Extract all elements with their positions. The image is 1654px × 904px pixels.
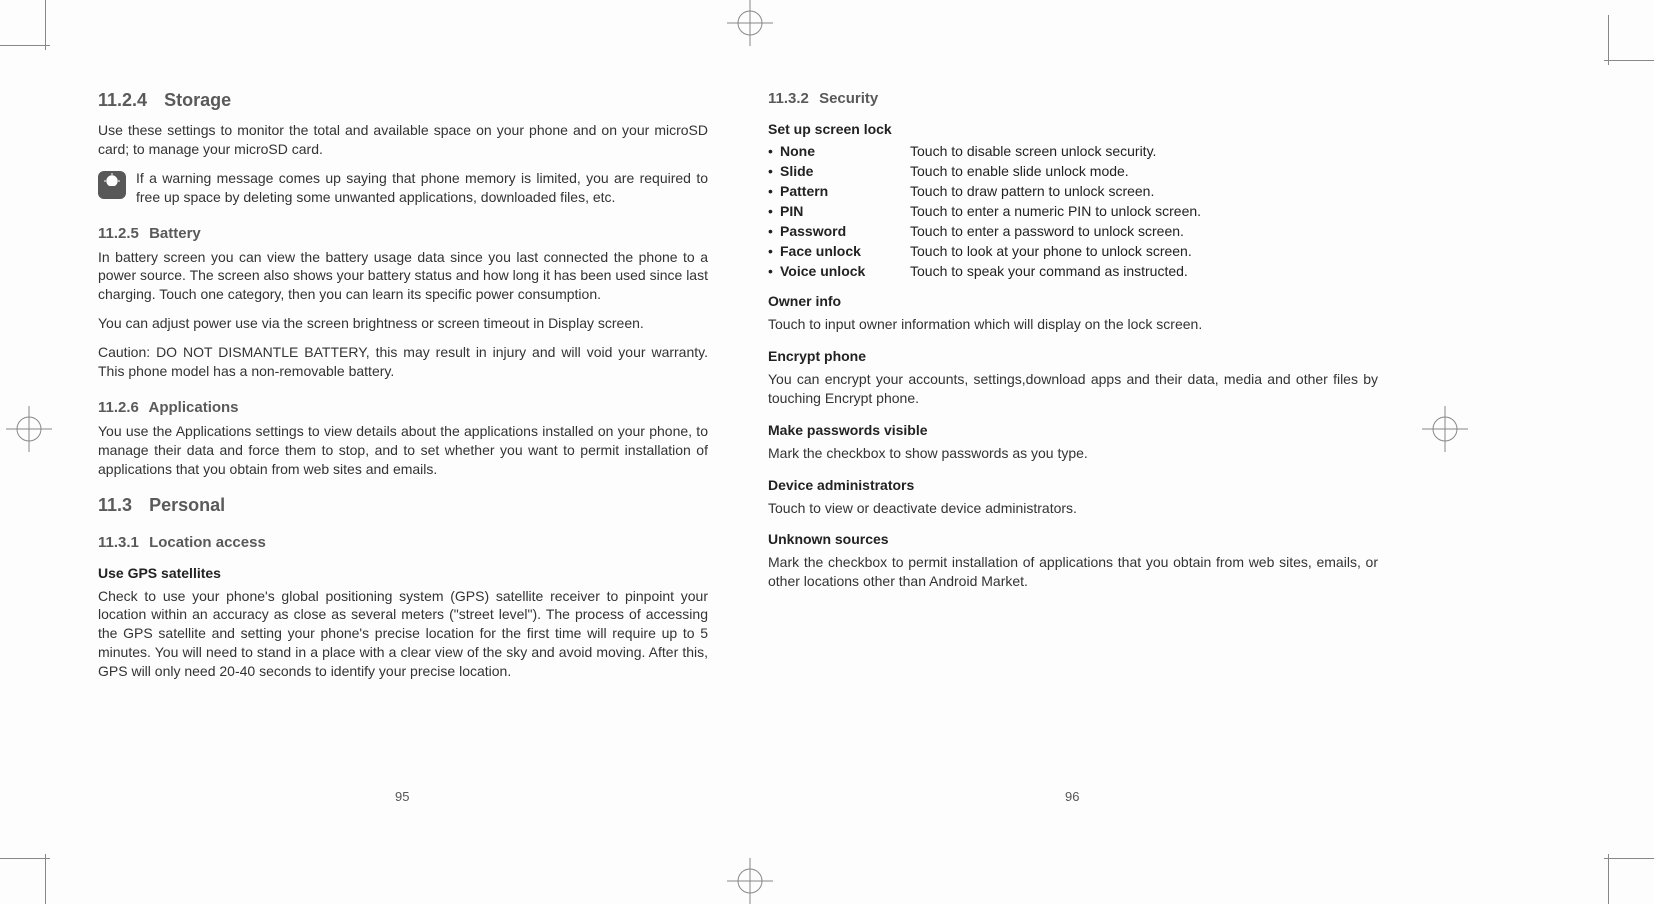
lock-term: PIN [780,203,910,219]
registration-mark-bottom [727,858,773,904]
heading-battery: 11.2.5 Battery [98,225,708,242]
owner-info-body: Touch to input owner information which w… [768,315,1378,334]
page-number-right: 96 [1065,789,1079,804]
lock-desc: Touch to look at your phone to unlock sc… [910,243,1378,259]
bullet-icon: • [768,203,780,219]
crop-mark-tr [1584,15,1654,85]
encrypt-body: You can encrypt your accounts, settings,… [768,370,1378,408]
registration-mark-right [1422,406,1468,452]
battery-body3: Caution: DO NOT DISMANTLE BATTERY, this … [98,343,708,381]
bullet-icon: • [768,183,780,199]
visible-body: Mark the checkbox to show passwords as y… [768,444,1378,463]
screen-lock-row: •PatternTouch to draw pattern to unlock … [768,183,1378,199]
battery-body1: In battery screen you can view the batte… [98,248,708,305]
lock-term: None [780,143,910,159]
heading-num: 11.2.4 [98,90,147,110]
owner-info-heading: Owner info [768,293,1378,309]
bullet-icon: • [768,223,780,239]
screen-lock-row: •PasswordTouch to enter a password to un… [768,223,1378,239]
heading-personal: 11.3 Personal [98,495,708,516]
screen-lock-heading: Set up screen lock [768,121,1378,137]
lock-desc: Touch to disable screen unlock security. [910,143,1378,159]
lock-desc: Touch to enter a numeric PIN to unlock s… [910,203,1378,219]
unknown-heading: Unknown sources [768,531,1378,547]
gps-heading: Use GPS satellites [98,565,708,581]
lock-desc: Touch to enable slide unlock mode. [910,163,1378,179]
unknown-body: Mark the checkbox to permit installation… [768,553,1378,591]
screen-lock-row: •SlideTouch to enable slide unlock mode. [768,163,1378,179]
bullet-icon: • [768,243,780,259]
lock-term: Pattern [780,183,910,199]
lock-term: Slide [780,163,910,179]
visible-heading: Make passwords visible [768,422,1378,438]
bullet-icon: • [768,143,780,159]
storage-body: Use these settings to monitor the total … [98,121,708,159]
registration-mark-top [727,0,773,46]
lock-term: Face unlock [780,243,910,259]
storage-note-text: If a warning message comes up saying tha… [136,169,708,207]
screen-lock-row: •Face unlockTouch to look at your phone … [768,243,1378,259]
page-number-left: 95 [395,789,409,804]
lock-desc: Touch to speak your command as instructe… [910,263,1378,279]
heading-location-access: 11.3.1 Location access [98,534,708,551]
admin-heading: Device administrators [768,477,1378,493]
applications-body: You use the Applications settings to vie… [98,422,708,479]
lock-term: Password [780,223,910,239]
encrypt-heading: Encrypt phone [768,348,1378,364]
lock-desc: Touch to enter a password to unlock scre… [910,223,1378,239]
storage-note: If a warning message comes up saying tha… [98,169,708,207]
heading-storage: 11.2.4 Storage [98,90,708,111]
screen-lock-row: •Voice unlockTouch to speak your command… [768,263,1378,279]
lock-desc: Touch to draw pattern to unlock screen. [910,183,1378,199]
heading-security: 11.3.2 Security [768,90,1378,107]
page-right: 11.3.2 Security Set up screen lock •None… [768,90,1378,601]
tip-icon [98,171,126,199]
page-left: 11.2.4 Storage Use these settings to mon… [98,90,708,691]
crop-mark-bl [0,834,70,904]
bullet-icon: • [768,163,780,179]
crop-mark-tl [0,0,70,70]
lock-term: Voice unlock [780,263,910,279]
heading-applications: 11.2.6 Applications [98,399,708,416]
screen-lock-row: •PINTouch to enter a numeric PIN to unlo… [768,203,1378,219]
heading-text: Storage [164,90,231,110]
screen-lock-row: •NoneTouch to disable screen unlock secu… [768,143,1378,159]
crop-mark-br [1584,834,1654,904]
gps-body: Check to use your phone's global positio… [98,587,708,681]
battery-body2: You can adjust power use via the screen … [98,314,708,333]
admin-body: Touch to view or deactivate device admin… [768,499,1378,518]
registration-mark-left [6,406,52,452]
bullet-icon: • [768,263,780,279]
screen-lock-list: •NoneTouch to disable screen unlock secu… [768,143,1378,279]
